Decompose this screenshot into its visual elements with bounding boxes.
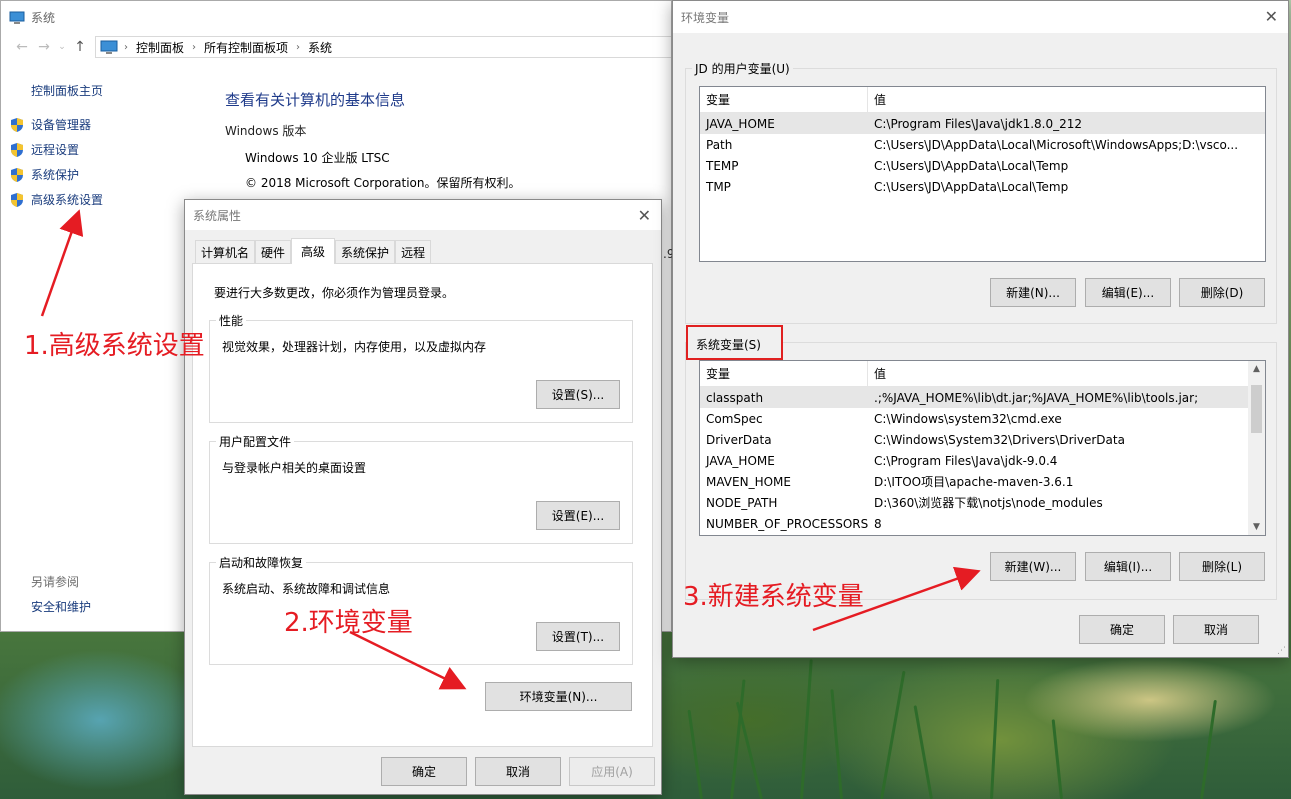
annotation-arrows xyxy=(40,209,981,690)
tab-advanced[interactable]: 高级 xyxy=(291,238,336,264)
arrow-to-advanced-settings xyxy=(40,209,84,317)
arrow-to-new-system-var xyxy=(812,566,981,632)
arrow-to-env-button xyxy=(349,630,467,690)
